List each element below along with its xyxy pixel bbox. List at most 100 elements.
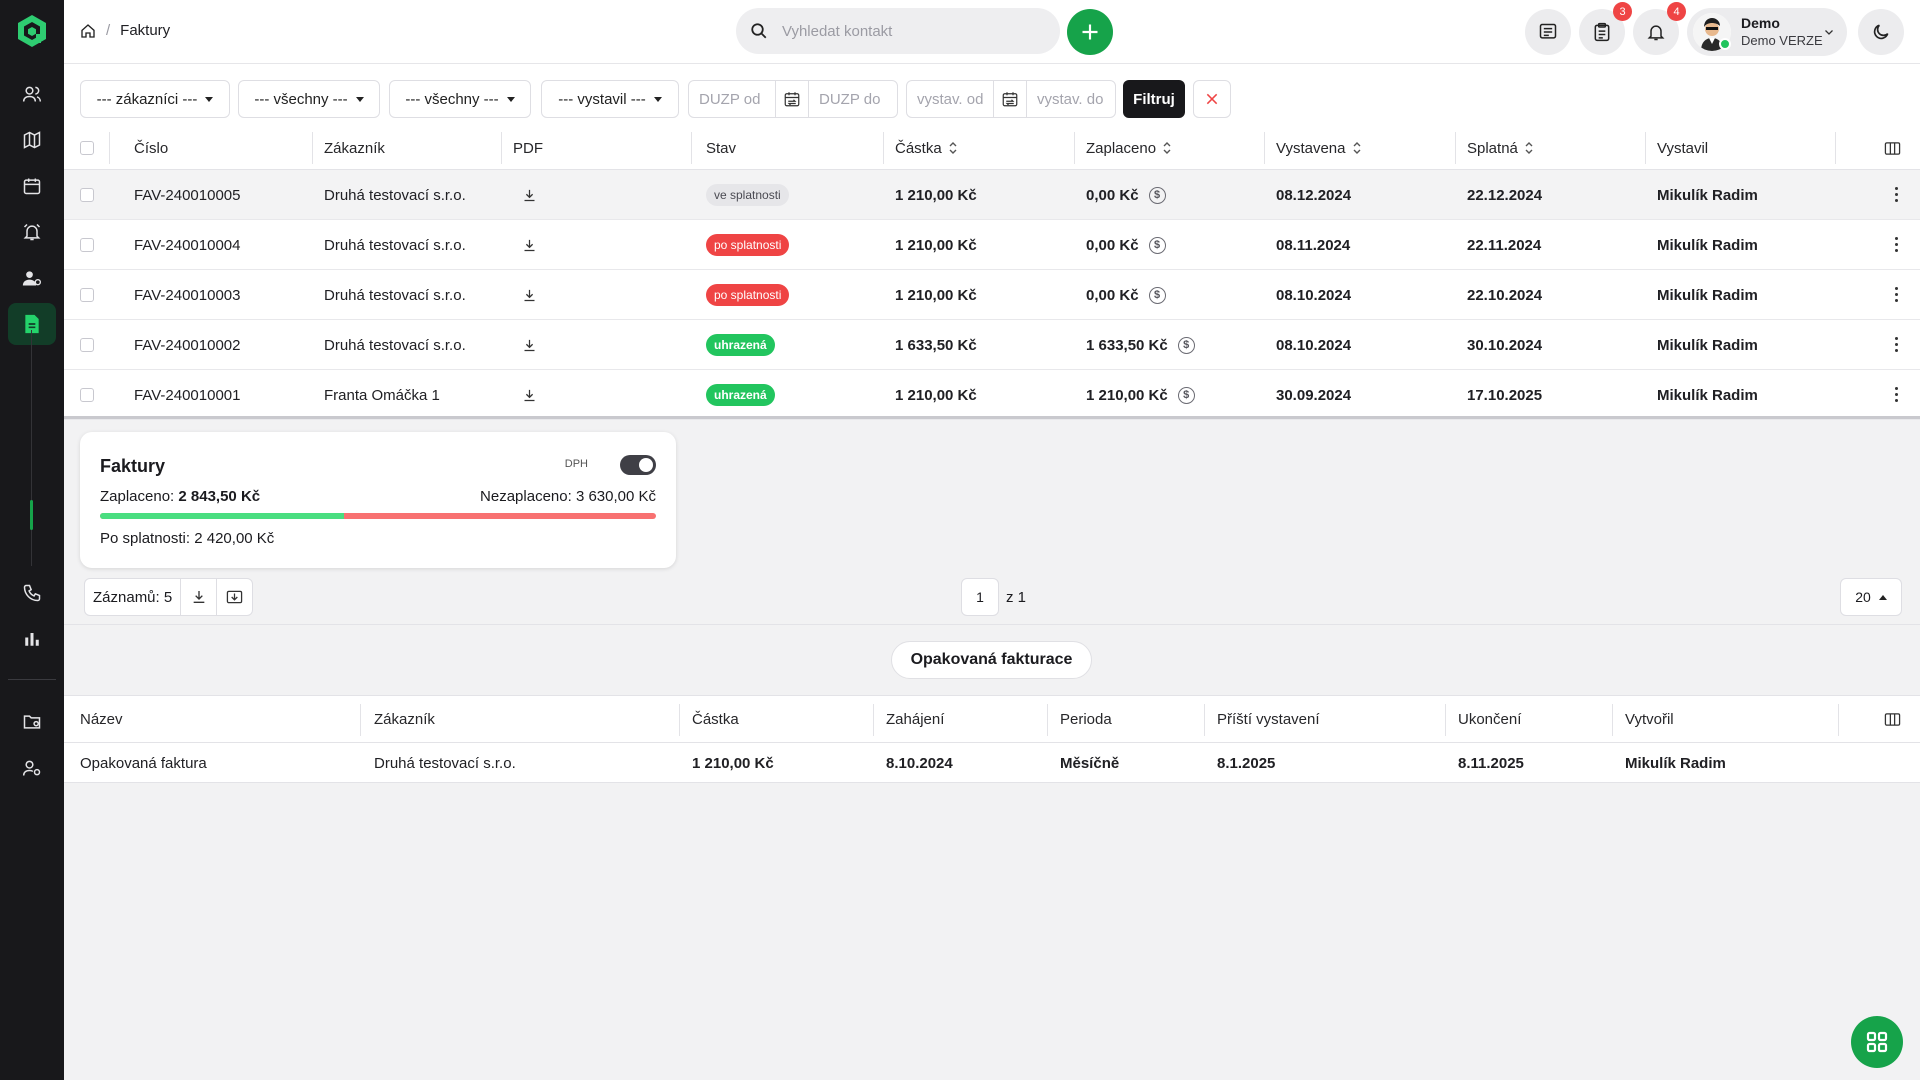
payment-icon[interactable]: $ [1148, 186, 1166, 204]
tasks-button[interactable]: 3 [1579, 2, 1632, 55]
calendar-swap-icon[interactable] [775, 81, 809, 117]
row-checkbox[interactable] [80, 270, 94, 320]
sort-icon[interactable] [1524, 141, 1534, 155]
recurring-name[interactable]: Opakovaná faktura [80, 743, 207, 783]
rcol-name[interactable]: Název [80, 696, 123, 743]
notifications-button[interactable]: 4 [1633, 2, 1686, 55]
pdf-download-icon[interactable] [522, 270, 537, 320]
user-menu[interactable]: Demo Demo VERZE [1687, 8, 1847, 56]
search-input[interactable] [782, 22, 1032, 40]
issuer-filter-select[interactable]: --- vystavil --- [541, 80, 679, 118]
payment-icon[interactable]: $ [1177, 386, 1195, 404]
table-row[interactable]: FAV-240010003 Druhá testovací s.r.o. po … [64, 270, 1920, 320]
messages-button[interactable] [1525, 9, 1571, 55]
invoice-customer[interactable]: Druhá testovací s.r.o. [324, 320, 466, 370]
invoice-customer[interactable]: Druhá testovací s.r.o. [324, 220, 466, 270]
invoice-customer[interactable]: Druhá testovací s.r.o. [324, 170, 466, 220]
issued-to-input[interactable]: vystav. do [1027, 91, 1113, 108]
row-checkbox[interactable] [80, 170, 94, 220]
row-menu-icon[interactable] [1895, 337, 1898, 352]
sort-icon[interactable] [948, 141, 958, 155]
select-all-checkbox[interactable] [80, 126, 94, 170]
invoice-number[interactable]: FAV-240010004 [134, 220, 240, 270]
customers-filter-select[interactable]: --- zákazníci --- [80, 80, 230, 118]
column-customer[interactable]: Zákazník [324, 126, 385, 170]
row-checkbox[interactable] [80, 220, 94, 270]
export-icon[interactable] [216, 579, 252, 615]
sidebar-calendar-icon[interactable] [8, 165, 56, 207]
column-paid[interactable]: Zaplaceno [1086, 126, 1172, 170]
rcol-end[interactable]: Ukončení [1458, 696, 1521, 743]
column-amount[interactable]: Částka [895, 126, 958, 170]
rcol-customer[interactable]: Zákazník [374, 696, 435, 743]
table-row[interactable]: FAV-240010002 Druhá testovací s.r.o. uhr… [64, 320, 1920, 370]
dph-toggle[interactable] [620, 455, 656, 475]
payment-icon[interactable]: $ [1148, 286, 1166, 304]
home-icon[interactable] [80, 23, 96, 39]
clear-filters-button[interactable] [1193, 80, 1231, 118]
row-menu-icon[interactable] [1895, 187, 1898, 202]
rcol-start[interactable]: Zahájení [886, 696, 944, 743]
column-number[interactable]: Číslo [134, 126, 168, 170]
page-number-input[interactable]: 1 [961, 578, 999, 616]
invoice-customer[interactable]: Druhá testovací s.r.o. [324, 270, 466, 320]
columns-toggle-icon[interactable] [1884, 696, 1901, 743]
invoice-number[interactable]: FAV-240010005 [134, 170, 240, 220]
calendar-swap-icon[interactable] [993, 81, 1027, 117]
column-status[interactable]: Stav [706, 126, 736, 170]
download-icon[interactable] [180, 579, 216, 615]
pdf-download-icon[interactable] [522, 320, 537, 370]
row-menu-icon[interactable] [1895, 387, 1898, 402]
sidebar-map-icon[interactable] [8, 119, 56, 161]
add-button[interactable] [1067, 9, 1113, 55]
sidebar-users-settings-icon[interactable] [8, 257, 56, 299]
table-row[interactable]: FAV-240010001 Franta Omáčka 1 uhrazená 1… [64, 370, 1920, 420]
sort-icon[interactable] [1162, 141, 1172, 155]
row-checkbox[interactable] [80, 370, 94, 420]
column-issuer[interactable]: Vystavil [1657, 126, 1708, 170]
sidebar-folder-settings-icon[interactable] [8, 701, 56, 743]
invoice-customer[interactable]: Franta Omáčka 1 [324, 370, 440, 420]
invoice-number[interactable]: FAV-240010001 [134, 370, 240, 420]
issued-from-input[interactable]: vystav. od [907, 91, 993, 108]
recurring-customer[interactable]: Druhá testovací s.r.o. [374, 743, 516, 783]
app-logo-icon[interactable] [16, 14, 48, 48]
row-menu-icon[interactable] [1895, 237, 1898, 252]
rcol-next[interactable]: Příští vystavení [1217, 696, 1320, 743]
sort-icon[interactable] [1352, 141, 1362, 155]
status-filter-select[interactable]: --- všechny --- [389, 80, 531, 118]
filter-button[interactable]: Filtruj [1123, 80, 1185, 118]
rcol-creator[interactable]: Vytvořil [1625, 696, 1674, 743]
table-row[interactable]: FAV-240010005 Druhá testovací s.r.o. ve … [64, 170, 1920, 220]
rcol-amount[interactable]: Částka [692, 696, 739, 743]
table-row[interactable]: Opakovaná faktura Druhá testovací s.r.o.… [64, 743, 1920, 783]
horizontal-scrollbar[interactable] [64, 416, 1920, 419]
payment-icon[interactable]: $ [1177, 336, 1195, 354]
payment-icon[interactable]: $ [1148, 236, 1166, 254]
sidebar-user-settings-icon[interactable] [8, 747, 56, 789]
per-page-select[interactable]: 20 [1840, 578, 1902, 616]
sidebar-contacts-icon[interactable] [8, 73, 56, 115]
sidebar-alarm-icon[interactable] [8, 211, 56, 253]
duzp-to-input[interactable]: DUZP do [809, 91, 895, 108]
pdf-download-icon[interactable] [522, 170, 537, 220]
columns-toggle-icon[interactable] [1884, 126, 1901, 170]
pdf-download-icon[interactable] [522, 220, 537, 270]
recurring-invoicing-button[interactable]: Opakovaná fakturace [891, 641, 1092, 679]
table-row[interactable]: FAV-240010004 Druhá testovací s.r.o. po … [64, 220, 1920, 270]
row-checkbox[interactable] [80, 320, 94, 370]
apps-grid-button[interactable] [1851, 1016, 1903, 1068]
rcol-period[interactable]: Perioda [1060, 696, 1112, 743]
column-due[interactable]: Splatná [1467, 126, 1534, 170]
sidebar-invoices-icon[interactable] [8, 303, 56, 345]
invoice-number[interactable]: FAV-240010002 [134, 320, 240, 370]
sidebar-phone-icon[interactable] [8, 572, 56, 614]
pdf-download-icon[interactable] [522, 370, 537, 420]
column-issued[interactable]: Vystavena [1276, 126, 1362, 170]
type-filter-select[interactable]: --- všechny --- [238, 80, 380, 118]
invoice-number[interactable]: FAV-240010003 [134, 270, 240, 320]
theme-toggle-button[interactable] [1858, 9, 1904, 55]
search-bar[interactable] [736, 8, 1060, 54]
row-menu-icon[interactable] [1895, 287, 1898, 302]
duzp-from-input[interactable]: DUZP od [689, 91, 775, 108]
